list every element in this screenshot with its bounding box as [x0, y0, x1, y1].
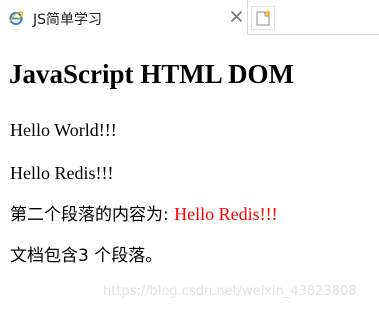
- page-content: JavaScript HTML DOM Hello World!!! Hello…: [0, 35, 379, 310]
- tab-title: JS简单学习: [33, 12, 103, 28]
- watermark: https://blog.csdn.net/weixin_43823808: [103, 284, 357, 299]
- second-para-value: Hello Redis!!!: [174, 204, 278, 224]
- browser-tab[interactable]: JS简单学习: [0, 0, 248, 35]
- paragraph-3: 第二个段落的内容为: Hello Redis!!!: [10, 205, 278, 224]
- paragraph-2: Hello Redis!!!: [10, 163, 114, 183]
- second-para-label: 第二个段落的内容为:: [10, 205, 175, 225]
- paragraph-1: Hello World!!!: [10, 120, 117, 140]
- paragraph-count: 文档包含3 个段落。: [10, 246, 163, 266]
- new-tab-icon: [256, 10, 271, 26]
- page-heading: JavaScript HTML DOM: [9, 59, 294, 89]
- browser-tabstrip: JS简单学习: [0, 0, 379, 35]
- ie-icon: [9, 11, 24, 26]
- new-tab-button[interactable]: [251, 6, 275, 30]
- close-icon[interactable]: [230, 10, 243, 23]
